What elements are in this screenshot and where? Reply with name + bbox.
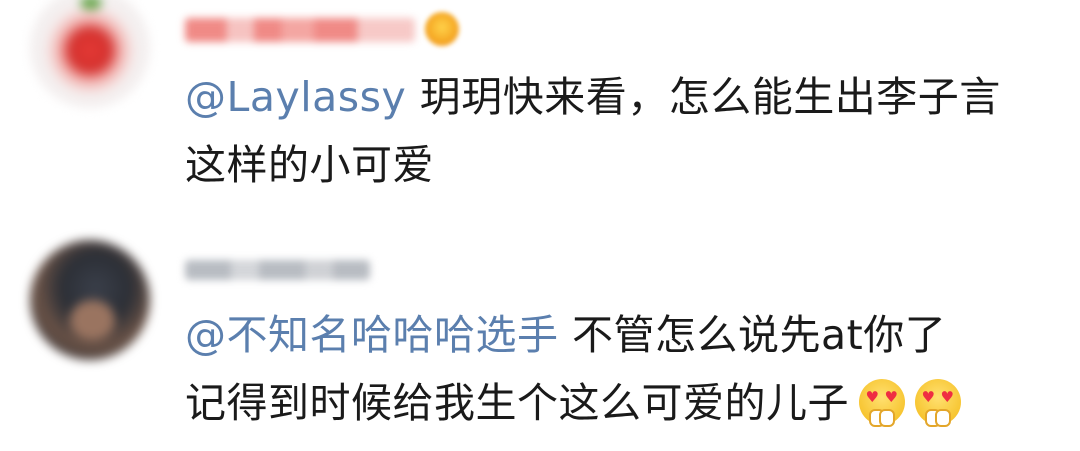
vip-crown-badge-icon [425, 12, 459, 46]
comment-item-2: @不知名哈哈哈选手 不管怎么说先at你了 记得到时候给我生个这么可爱的儿子 ♥ ♥ ♥… [0, 225, 1080, 451]
heart-eyes-emoji-icon: ♥ ♥ [915, 379, 961, 427]
user-avatar[interactable] [30, 240, 150, 360]
strawberry-leaf-shape [80, 0, 102, 10]
comment-body: 记得到时候给我生个这么可爱的儿子 [185, 379, 849, 427]
comment-line-2: 记得到时候给我生个这么可爱的儿子 ♥ ♥ ♥ ♥ [185, 369, 1045, 437]
user-avatar[interactable] [30, 0, 150, 108]
comment-item-1: @Laylassy 玥玥快来看，怎么能生出李子言 这样的小可爱 [0, 0, 1080, 225]
comment-body: 玥玥快来看，怎么能生出李子言 [406, 73, 1001, 121]
mention-link[interactable]: @Laylassy [185, 73, 406, 121]
heart-eyes-emoji-icon: ♥ ♥ [859, 379, 905, 427]
mention-link[interactable]: @不知名哈哈哈选手 [185, 311, 559, 359]
comment-text: @Laylassy 玥玥快来看，怎么能生出李子言 这样的小可爱 [185, 63, 1045, 199]
comment-line-1: @Laylassy 玥玥快来看，怎么能生出李子言 [185, 63, 1045, 131]
username-blurred[interactable] [185, 260, 370, 280]
comment-body: 不管怎么说先at你了 [558, 311, 947, 359]
comment-line-1: @不知名哈哈哈选手 不管怎么说先at你了 [185, 301, 1045, 369]
comment-text: @不知名哈哈哈选手 不管怎么说先at你了 记得到时候给我生个这么可爱的儿子 ♥ ♥ ♥… [185, 301, 1045, 437]
comment-line-2: 这样的小可爱 [185, 141, 434, 189]
avatar-face-shape [70, 300, 115, 340]
username-blurred[interactable] [185, 18, 415, 42]
